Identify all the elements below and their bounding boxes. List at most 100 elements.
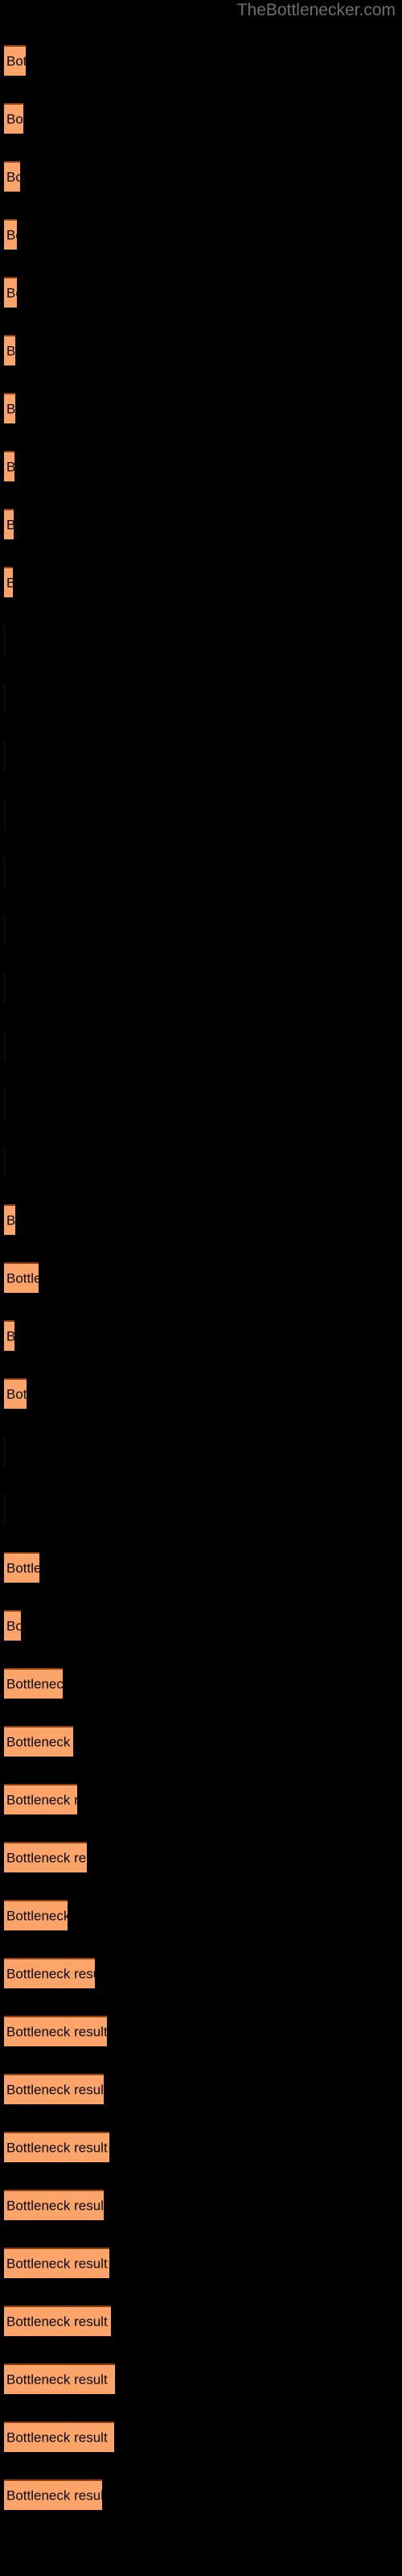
chart-bar[interactable]: Bottleneck result xyxy=(4,1552,39,1583)
chart-bar-empty[interactable] xyxy=(4,1436,5,1467)
bar-row: Bottleneck result xyxy=(0,1900,402,1930)
bar-label-clip: Bottleneck result xyxy=(4,2075,104,2104)
bar-label: Bottleneck result xyxy=(6,1850,87,1866)
chart-bar[interactable]: Bottleneck result xyxy=(4,103,23,134)
bar-label: Bottleneck result xyxy=(6,2429,108,2446)
bar-label: Bottleneck result xyxy=(6,343,15,359)
bar-row: Bottleneck result xyxy=(0,1610,402,1641)
chart-bar[interactable]: Bottleneck result xyxy=(4,277,17,308)
chart-bar[interactable]: Bottleneck result xyxy=(4,1262,39,1293)
chart-bar-empty[interactable] xyxy=(4,683,5,713)
chart-bar-empty[interactable] xyxy=(4,799,5,829)
chart-bar-empty[interactable] xyxy=(4,1146,5,1177)
chart-bar[interactable]: Bottleneck result xyxy=(4,1958,95,1988)
chart-bar[interactable]: Bottleneck result xyxy=(4,1320,14,1351)
bar-row: Bottleneck result xyxy=(0,45,402,76)
bar-label: Bottleneck result xyxy=(6,459,14,475)
bar-label: Bottleneck result xyxy=(6,2314,108,2330)
bar-label: Bottleneck result xyxy=(6,1270,39,1286)
chart-bar[interactable]: Bottleneck result xyxy=(4,2306,111,2336)
chart-bar[interactable]: Bottleneck result xyxy=(4,2363,115,2394)
chart-bar[interactable]: Bottleneck result xyxy=(4,1204,15,1235)
bar-label-clip: Bottleneck result xyxy=(4,1843,87,1872)
bar-row: Bottleneck result xyxy=(0,1958,402,1988)
bar-row: Bottleneck result xyxy=(0,2306,402,2336)
bar-row xyxy=(0,972,402,1003)
bar-label: Bottleneck result xyxy=(6,1328,14,1344)
bar-row: Bottleneck result xyxy=(0,2074,402,2104)
chart-bar[interactable]: Bottleneck result xyxy=(4,393,15,423)
chart-bar[interactable]: Bottleneck result xyxy=(4,2479,102,2510)
bar-label: Bottleneck result xyxy=(6,1386,27,1402)
bar-label-clip: Bottleneck result xyxy=(4,1612,21,1641)
bar-row xyxy=(0,1030,402,1061)
chart-bar[interactable]: Bottleneck result xyxy=(4,2074,104,2104)
chart-bar-empty[interactable] xyxy=(4,625,5,655)
bar-row xyxy=(0,857,402,887)
bar-label: Bottleneck result xyxy=(6,1908,68,1924)
chart-bar-empty[interactable] xyxy=(4,857,5,887)
bar-label: Bottleneck result xyxy=(6,1966,95,1982)
bar-label: Bottleneck result xyxy=(6,2082,104,2098)
bar-row xyxy=(0,1436,402,1467)
bar-label: Bottleneck result xyxy=(6,2024,107,2040)
bar-label: Bottleneck result xyxy=(6,1560,39,1576)
chart-bar[interactable]: Bottleneck result xyxy=(4,1784,77,1814)
chart-bar-empty[interactable] xyxy=(4,1088,5,1119)
chart-bar-empty[interactable] xyxy=(4,972,5,1003)
chart-bar[interactable]: Bottleneck result xyxy=(4,509,14,539)
bar-label: Bottleneck result xyxy=(6,575,13,591)
bar-row: Bottleneck result xyxy=(0,103,402,134)
bar-row xyxy=(0,1146,402,1177)
bar-label: Bottleneck result xyxy=(6,2487,102,2504)
bar-row xyxy=(0,683,402,713)
chart-bar[interactable]: Bottleneck result xyxy=(4,45,26,76)
chart-bar[interactable]: Bottleneck result xyxy=(4,451,14,481)
chart-bar[interactable]: Bottleneck result xyxy=(4,2421,114,2452)
chart-bar[interactable]: Bottleneck result xyxy=(4,1378,27,1409)
chart-bar[interactable]: Bottleneck result xyxy=(4,1842,87,1872)
chart-bar[interactable]: Bottleneck result xyxy=(4,2248,109,2278)
chart-bar-empty[interactable] xyxy=(4,1494,5,1525)
chart-bar[interactable]: Bottleneck result xyxy=(4,2016,107,2046)
bar-row: Bottleneck result xyxy=(0,1552,402,1583)
bar-label-clip: Bottleneck result xyxy=(4,2423,114,2452)
bar-label: Bottleneck result xyxy=(6,1212,15,1228)
bar-row: Bottleneck result xyxy=(0,2132,402,2162)
chart-bar[interactable]: Bottleneck result xyxy=(4,2190,104,2220)
bar-chart-root: TheBottlenecker.com Bottleneck resultBot… xyxy=(0,0,402,2576)
bar-row: Bottleneck result xyxy=(0,567,402,597)
chart-bar[interactable]: Bottleneck result xyxy=(4,2132,109,2162)
bar-row xyxy=(0,625,402,655)
chart-bar-empty[interactable] xyxy=(4,914,5,945)
chart-bar[interactable]: Bottleneck result xyxy=(4,335,15,365)
chart-bar[interactable]: Bottleneck result xyxy=(4,1726,73,1757)
bar-row: Bottleneck result xyxy=(0,1320,402,1351)
bar-row: Bottleneck result xyxy=(0,1378,402,1409)
bar-label-clip: Bottleneck result xyxy=(4,1322,14,1351)
chart-bar[interactable]: Bottleneck result xyxy=(4,567,13,597)
bar-row: Bottleneck result xyxy=(0,277,402,308)
chart-bar[interactable]: Bottleneck result xyxy=(4,219,17,250)
bar-label-clip: Bottleneck result xyxy=(4,221,17,250)
bar-label-clip: Bottleneck result xyxy=(4,1380,27,1409)
chart-bar[interactable]: Bottleneck result xyxy=(4,1668,63,1699)
bar-row: Bottleneck result xyxy=(0,335,402,365)
bar-label: Bottleneck result xyxy=(6,53,26,69)
bar-row: Bottleneck result xyxy=(0,451,402,481)
chart-bar-empty[interactable] xyxy=(4,741,5,771)
chart-bar[interactable]: Bottleneck result xyxy=(4,1610,21,1641)
bar-row: Bottleneck result xyxy=(0,2363,402,2394)
bar-label-clip: Bottleneck result xyxy=(4,510,14,539)
bar-label: Bottleneck result xyxy=(6,169,20,185)
bar-label: Bottleneck result xyxy=(6,1734,73,1750)
bar-label-clip: Bottleneck result xyxy=(4,2365,115,2394)
bar-row xyxy=(0,799,402,829)
chart-bar-empty[interactable] xyxy=(4,1030,5,1061)
bar-label-clip: Bottleneck result xyxy=(4,2133,109,2162)
bar-label-clip: Bottleneck result xyxy=(4,279,17,308)
chart-bar[interactable]: Bottleneck result xyxy=(4,161,20,192)
bar-row: Bottleneck result xyxy=(0,2016,402,2046)
bar-label: Bottleneck result xyxy=(6,285,17,301)
chart-bar[interactable]: Bottleneck result xyxy=(4,1900,68,1930)
